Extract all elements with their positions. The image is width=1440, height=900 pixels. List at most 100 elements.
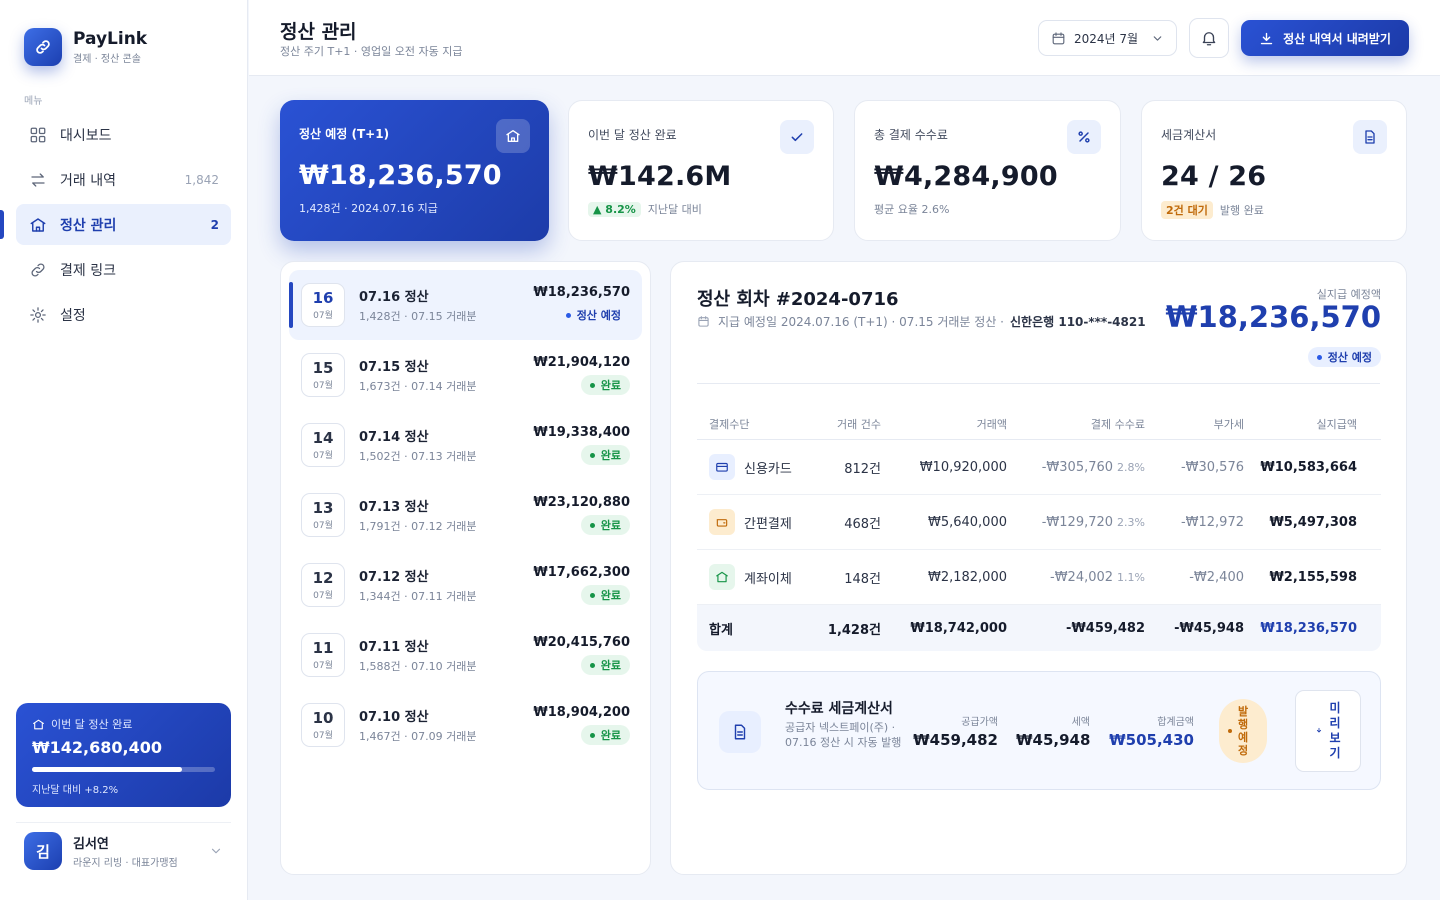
tax-value: ₩45,948	[1016, 731, 1091, 749]
chevron-down-icon	[1151, 32, 1164, 45]
kpi-value: ₩4,284,900	[874, 161, 1058, 192]
sidebar-item-count: 1,842	[184, 172, 219, 187]
row-subtitle: 1,428건 · 07.15 거래분	[359, 310, 477, 323]
selected-indicator	[289, 282, 293, 328]
status-text: 정산 예정	[1327, 351, 1372, 364]
row-amount: ₩23,120,880	[533, 495, 630, 510]
sidebar-item-settlement[interactable]: 정산 관리 2	[0, 204, 231, 245]
date-month: 07월	[313, 520, 333, 531]
sidebar-item-label: 정산 관리	[60, 217, 117, 234]
bank-account: 신한은행 110-***-4821	[1010, 315, 1146, 329]
date-month: 07월	[313, 590, 333, 601]
avatar: 김	[24, 832, 62, 870]
sidebar: PayLink 결제 · 정산 콘솔 메뉴 대시보드 거래 내역 1,842 정…	[0, 0, 248, 900]
status-text: 완료	[600, 659, 621, 672]
row-subtitle: 1,791건 · 07.12 거래분	[359, 520, 477, 533]
user-profile[interactable]: 김 김서연 라운지 리빙 · 대표가맹점	[16, 822, 231, 870]
chevron-down-icon[interactable]	[209, 844, 223, 858]
notifications-button[interactable]	[1189, 18, 1229, 58]
breakdown-table: 결제수단 거래 건수 거래액 결제 수수료 부가세 실지급액 신용카드 812건…	[697, 408, 1381, 651]
preview-button[interactable]: 미리보기	[1295, 690, 1361, 772]
status-badge: 완료	[580, 445, 630, 465]
month-value: 2024년 7월	[1074, 31, 1139, 46]
column-header: 결제수단	[709, 417, 750, 431]
sidebar-item-transactions[interactable]: 거래 내역 1,842	[16, 159, 231, 200]
row-subtitle: 1,467건 · 07.09 거래분	[359, 730, 477, 743]
total-vat: -₩45,948	[1174, 620, 1244, 636]
date-box: 13 07월	[301, 493, 345, 537]
fee-amount: -₩129,720	[1041, 514, 1114, 530]
summary-title: 이번 달 정산 완료	[51, 718, 133, 731]
invoice-status-badge: 발행예정	[1219, 699, 1267, 763]
list-item[interactable]: 11 07월 07.11 정산 1,588건 · 07.10 거래분 ₩20,4…	[289, 620, 642, 690]
month-select[interactable]: 2024년 7월	[1038, 20, 1177, 56]
status-text: 완료	[600, 729, 621, 742]
total-net: ₩18,236,570	[1260, 620, 1357, 636]
status-badge: 정산 예정	[1307, 347, 1381, 367]
list-item[interactable]: 15 07월 07.15 정산 1,673건 · 07.14 거래분 ₩21,9…	[289, 340, 642, 410]
list-item[interactable]: 13 07월 07.13 정산 1,791건 · 07.12 거래분 ₩23,1…	[289, 480, 642, 550]
date-day: 13	[312, 498, 334, 517]
list-item[interactable]: 10 07월 07.10 정산 1,467건 · 07.09 거래분 ₩18,9…	[289, 690, 642, 760]
method-name: 간편결제	[744, 516, 792, 532]
kpi-value: 24 / 26	[1161, 161, 1267, 192]
date-month: 07월	[313, 450, 333, 461]
status-text: 완료	[600, 519, 621, 532]
calendar-icon	[697, 315, 710, 328]
table-row[interactable]: 신용카드 812건 ₩10,920,000 -₩305,760 2.8% -₩30…	[697, 440, 1381, 495]
kpi-total-fees[interactable]: 총 결제 수수료 ₩4,284,900 평균 요율 2.6%	[854, 100, 1121, 241]
vat-amount: -₩2,400	[1189, 569, 1244, 585]
status-badge: 완료	[580, 515, 630, 535]
list-item[interactable]: 16 07월 07.16 정산 1,428건 · 07.15 거래분 ₩18,2…	[289, 270, 642, 340]
table-row[interactable]: 계좌이체 148건 ₩2,182,000 -₩24,002 1.1% -₩2,40…	[697, 550, 1381, 605]
date-box: 11 07월	[301, 633, 345, 677]
page-title: 정산 관리	[280, 21, 357, 43]
sidebar-item-dashboard[interactable]: 대시보드	[16, 114, 231, 155]
invoice-tax: 세액 ₩45,948	[1016, 713, 1090, 749]
method-name: 계좌이체	[744, 571, 792, 587]
list-item[interactable]: 14 07월 07.14 정산 1,502건 · 07.13 거래분 ₩19,3…	[289, 410, 642, 480]
sidebar-item-settings[interactable]: 설정	[16, 294, 231, 335]
tax-invoice-card: 수수료 세금계산서 공급자 넥스트페이(주) · 07.16 정산 시 자동 발…	[697, 671, 1381, 790]
column-header: 실지급액	[1316, 417, 1357, 431]
tx-count: 812건	[844, 461, 881, 477]
download-label: 정산 내역서 내려받기	[1283, 31, 1391, 46]
monthly-summary-card[interactable]: 이번 달 정산 완료 ₩142,680,400 지난달 대비 +8.2%	[16, 703, 231, 807]
page-header: 정산 관리 정산 주기 T+1 · 영업일 오전 자동 지급 2024년 7월 …	[249, 0, 1440, 76]
date-day: 16	[312, 288, 334, 307]
status-badge: 완료	[580, 585, 630, 605]
status-text: 완료	[600, 379, 621, 392]
pending-chip: 2건 대기	[1161, 201, 1213, 219]
list-item[interactable]: 12 07월 07.12 정산 1,344건 · 07.11 거래분 ₩17,6…	[289, 550, 642, 620]
total-label: 합계금액	[1157, 717, 1194, 728]
table-row[interactable]: 간편결제 468건 ₩5,640,000 -₩129,720 2.3% -₩12,…	[697, 495, 1381, 550]
date-box: 10 07월	[301, 703, 345, 747]
date-month: 07월	[313, 310, 333, 321]
total-count: 1,428건	[827, 622, 881, 638]
summary-progress-bar	[32, 767, 215, 772]
download-statement-button[interactable]: 정산 내역서 내려받기	[1241, 20, 1409, 56]
vat-amount: -₩12,972	[1180, 514, 1244, 530]
invoice-description: 공급자 넥스트페이(주) · 07.16 정산 시 자동 발행	[785, 721, 902, 749]
row-amount: ₩20,415,760	[533, 635, 630, 650]
menu-title: 메뉴	[24, 96, 43, 107]
total-fee: -₩459,482	[1066, 620, 1145, 636]
sidebar-item-label: 거래 내역	[60, 172, 116, 189]
transfer-icon	[28, 170, 48, 190]
brand[interactable]: PayLink 결제 · 정산 콘솔	[24, 28, 147, 66]
document-icon	[719, 711, 761, 753]
date-day: 10	[312, 708, 334, 727]
kpi-monthly-completed[interactable]: 이번 달 정산 완료 ₩142.6M ▲ 8.2% 지난달 대비	[568, 100, 834, 241]
supply-value: ₩459,482	[913, 731, 998, 749]
fee-amount: -₩24,002	[1050, 569, 1114, 585]
invoice-supply: 공급가액 ₩459,482	[913, 713, 998, 749]
kpi-tax-invoices[interactable]: 세금계산서 24 / 26 2건 대기 발행 완료	[1141, 100, 1407, 241]
date-box: 16 07월	[301, 283, 345, 327]
download-icon	[1259, 31, 1274, 46]
brand-name: PayLink	[73, 29, 148, 49]
fee-amount: -₩305,760	[1041, 459, 1114, 475]
net-amount: ₩10,583,664	[1260, 459, 1357, 475]
preview-label: 미리보기	[1329, 701, 1341, 760]
kpi-upcoming-settlement[interactable]: 정산 예정 (T+1) ₩18,236,570 1,428건 · 2024.07…	[280, 100, 549, 241]
sidebar-item-payment-links[interactable]: 결제 링크	[16, 249, 231, 290]
